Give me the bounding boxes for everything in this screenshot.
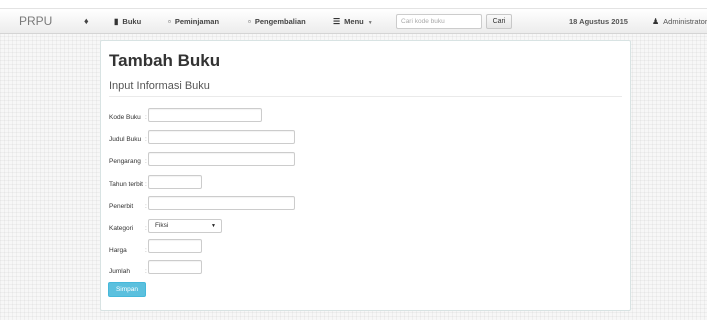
page-title: Tambah Buku: [109, 51, 221, 70]
label-jumlah: Jumlah: [109, 268, 130, 275]
kode-buku-input[interactable]: [148, 108, 262, 122]
label-kode-buku: Kode Buku: [109, 114, 141, 121]
save-button[interactable]: Simpan: [108, 282, 146, 297]
nav-pengembalian[interactable]: ▫ Pengembalian: [248, 9, 306, 34]
colon: :: [145, 158, 147, 165]
label-harga: Harga: [109, 247, 127, 254]
divider: [109, 96, 622, 97]
nav-pengembalian-label: Pengembalian: [254, 17, 306, 26]
nav-buku-label: Buku: [122, 17, 142, 26]
colon: :: [145, 203, 147, 210]
book-icon: ▮: [114, 17, 119, 26]
brand-link[interactable]: PRPU: [19, 9, 52, 34]
user-name: Administrator: [663, 17, 707, 26]
nav-peminjaman[interactable]: ▫ Peminjaman: [168, 9, 219, 34]
penerbit-input[interactable]: [148, 196, 295, 210]
top-strip: [0, 0, 707, 8]
tahun-terbit-input[interactable]: [148, 175, 202, 189]
kategori-selected-value: Fiksi: [155, 222, 169, 229]
label-judul-buku: Judul Buku: [109, 136, 142, 143]
folder-open-icon: ▫: [248, 17, 251, 26]
label-penerbit: Penerbit: [109, 203, 134, 210]
colon: :: [145, 225, 147, 232]
search-input[interactable]: [396, 14, 482, 29]
user-menu[interactable]: ♟ Administrator: [652, 9, 707, 34]
judul-buku-input[interactable]: [148, 130, 295, 144]
home-icon[interactable]: ♦: [84, 9, 89, 34]
form-subtitle: Input Informasi Buku: [109, 80, 210, 92]
label-tahun-terbit: Tahun terbit: [109, 181, 143, 188]
colon: :: [145, 268, 147, 275]
date-display: 18 Agustus 2015: [569, 17, 628, 26]
caret-down-icon: ▼: [367, 20, 373, 26]
search-button[interactable]: Cari: [486, 14, 512, 29]
harga-input[interactable]: [148, 239, 202, 253]
colon: :: [145, 181, 147, 188]
label-pengarang: Pengarang: [109, 158, 141, 165]
folder-open-icon: ▫: [168, 17, 171, 26]
dropdown-arrow-icon: ▼: [211, 223, 216, 229]
kategori-select[interactable]: Fiksi ▼: [148, 219, 222, 233]
list-icon: ☰: [333, 17, 341, 26]
colon: :: [145, 114, 147, 121]
pengarang-input[interactable]: [148, 152, 295, 166]
navbar: PRPU ♦ ▮ Buku ▫ Peminjaman ▫ Pengembalian ☰…: [0, 8, 707, 34]
colon: :: [145, 247, 147, 254]
nav-menu-label: Menu: [344, 17, 364, 26]
jumlah-input[interactable]: [148, 260, 202, 274]
user-icon: ♟: [652, 17, 660, 26]
colon: :: [145, 136, 147, 143]
nav-menu-dropdown[interactable]: ☰ Menu ▼: [333, 9, 373, 34]
form-panel: Tambah Buku Input Informasi Buku Kode Bu…: [100, 40, 631, 311]
nav-buku[interactable]: ▮ Buku: [114, 9, 141, 34]
label-kategori: Kategori: [109, 225, 134, 232]
nav-peminjaman-label: Peminjaman: [174, 17, 220, 26]
